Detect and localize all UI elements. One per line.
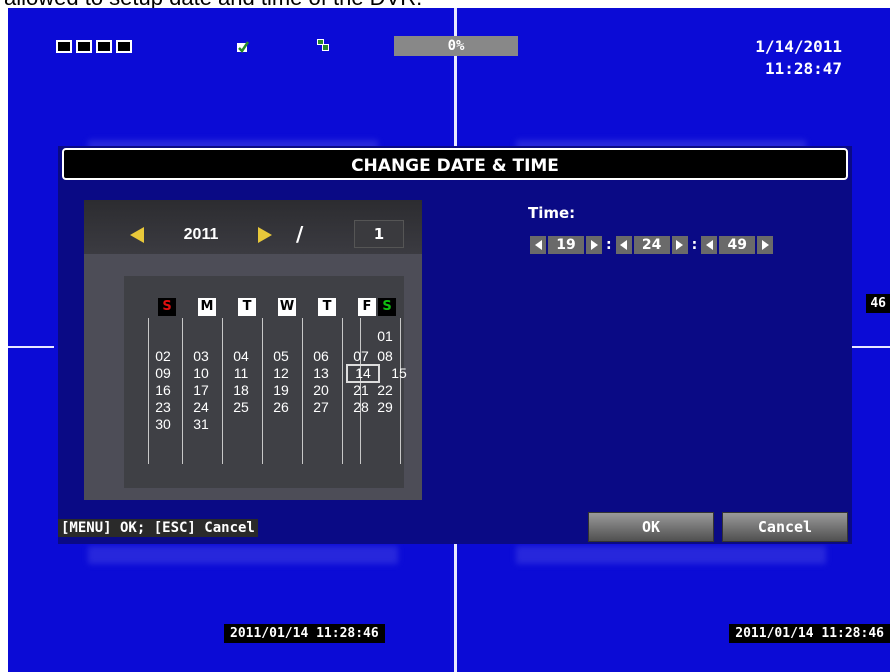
- left-arrow-icon: [534, 240, 542, 250]
- channel-timestamp-left: 2011/01/14 11:28:46: [224, 624, 385, 643]
- column-line: [182, 318, 183, 464]
- minute-decrement-button[interactable]: [615, 236, 632, 254]
- clock-time: 11:28:47: [764, 59, 842, 78]
- calendar-day[interactable]: 23: [150, 399, 176, 416]
- record-icon: [237, 41, 250, 53]
- dvr-display: 0% 1/14/2011 11:28:47 46 2011/01/14 11:2…: [8, 6, 890, 672]
- calendar-day[interactable]: 02: [150, 348, 176, 365]
- calendar-day[interactable]: 31: [188, 416, 214, 433]
- calendar-day[interactable]: 07: [348, 348, 374, 365]
- hour-increment-button[interactable]: [586, 236, 602, 254]
- column-line: [148, 318, 149, 464]
- year-next-arrow-icon[interactable]: [258, 227, 272, 243]
- calendar-day[interactable]: 21: [348, 382, 374, 399]
- right-arrow-icon: [761, 240, 769, 250]
- hour-decrement-button[interactable]: [530, 236, 546, 254]
- calendar-day[interactable]: 10: [188, 365, 214, 382]
- calendar-grid: S M T W T F S 01 02 03 04 05 06 07 08 09…: [124, 276, 407, 488]
- minute-field[interactable]: 24: [633, 236, 670, 254]
- calendar-day[interactable]: 15: [386, 365, 412, 382]
- year-value[interactable]: 2011: [184, 226, 219, 244]
- calendar-day[interactable]: 12: [268, 365, 294, 382]
- calendar-day[interactable]: 01: [372, 328, 398, 345]
- change-date-time-dialog: CHANGE DATE & TIME 2011 / 1 S M T W T F …: [58, 146, 852, 544]
- calendar-day-selected[interactable]: 14: [346, 364, 380, 383]
- dialog-title: CHANGE DATE & TIME: [62, 148, 848, 180]
- disk-usage-progress: 0%: [394, 36, 518, 56]
- calendar-panel: 2011 / 1 S M T W T F S 01 02 03 04 05 06…: [84, 200, 422, 500]
- column-line: [222, 318, 223, 464]
- calendar-day[interactable]: 28: [348, 399, 374, 416]
- weekday-header: W: [278, 298, 296, 316]
- calendar-day[interactable]: 26: [268, 399, 294, 416]
- second-increment-button[interactable]: [757, 236, 774, 254]
- side-timestamp: 46: [866, 294, 890, 313]
- month-field[interactable]: 1: [354, 220, 404, 248]
- calendar-day[interactable]: 18: [228, 382, 254, 399]
- network-icon: [317, 39, 329, 51]
- left-arrow-icon: [705, 240, 713, 250]
- calendar-day[interactable]: 30: [150, 416, 176, 433]
- year-prev-arrow-icon[interactable]: [130, 227, 144, 243]
- channel-4-icon: [116, 40, 132, 53]
- second-decrement-button[interactable]: [701, 236, 718, 254]
- date-separator: /: [296, 222, 304, 246]
- clock-date: 1/14/2011: [755, 37, 842, 56]
- calendar-day[interactable]: 17: [188, 382, 214, 399]
- calendar-day[interactable]: 11: [228, 365, 254, 382]
- column-line: [262, 318, 263, 464]
- weekday-header: M: [198, 298, 216, 316]
- calendar-header: 2011 / 1: [84, 200, 422, 254]
- keyboard-hint: [MENU] OK; [ESC] Cancel: [58, 519, 258, 537]
- calendar-day[interactable]: 20: [308, 382, 334, 399]
- calendar-day[interactable]: 22: [372, 382, 398, 399]
- calendar-day[interactable]: 25: [228, 399, 254, 416]
- calendar-day[interactable]: 29: [372, 399, 398, 416]
- calendar-day[interactable]: 08: [372, 348, 398, 365]
- weekday-header: F: [358, 298, 376, 316]
- ghost-overlay: [88, 546, 398, 564]
- calendar-day[interactable]: 05: [268, 348, 294, 365]
- hour-field[interactable]: 19: [548, 236, 584, 254]
- weekday-header: S: [378, 298, 396, 316]
- left-arrow-icon: [620, 240, 628, 250]
- column-line: [400, 318, 401, 464]
- year-selector: 2011: [130, 224, 272, 246]
- channel-1-icon: [56, 40, 72, 53]
- channel-2-icon: [76, 40, 92, 53]
- time-colon: :: [606, 237, 612, 253]
- cancel-button[interactable]: Cancel: [722, 512, 848, 542]
- calendar-day[interactable]: 24: [188, 399, 214, 416]
- channel-layout-icons: [56, 40, 132, 53]
- weekday-header: S: [158, 298, 176, 316]
- calendar-day[interactable]: 19: [268, 382, 294, 399]
- time-editor: 19 : 24 : 49: [530, 236, 774, 254]
- second-field[interactable]: 49: [719, 236, 756, 254]
- weekday-header: T: [318, 298, 336, 316]
- right-arrow-icon: [676, 240, 684, 250]
- calendar-day[interactable]: 13: [308, 365, 334, 382]
- calendar-day[interactable]: 04: [228, 348, 254, 365]
- caption-text: allowed to setup date and time of the DV…: [0, 0, 890, 8]
- channel-3-icon: [96, 40, 112, 53]
- calendar-day[interactable]: 27: [308, 399, 334, 416]
- horizontal-divider-left: [8, 346, 54, 348]
- calendar-day[interactable]: 09: [150, 365, 176, 382]
- calendar-day[interactable]: 06: [308, 348, 334, 365]
- column-line: [302, 318, 303, 464]
- clock: 1/14/2011 11:28:47: [755, 36, 842, 80]
- calendar-day[interactable]: 03: [188, 348, 214, 365]
- ghost-overlay: [516, 546, 826, 564]
- channel-timestamp-right: 2011/01/14 11:28:46: [729, 624, 890, 643]
- screen: allowed to setup date and time of the DV…: [0, 0, 890, 672]
- ok-button[interactable]: OK: [588, 512, 714, 542]
- right-arrow-icon: [590, 240, 598, 250]
- minute-increment-button[interactable]: [671, 236, 688, 254]
- column-line: [342, 318, 343, 464]
- calendar-day[interactable]: 16: [150, 382, 176, 399]
- time-label: Time:: [528, 204, 576, 222]
- weekday-header: T: [238, 298, 256, 316]
- time-colon: :: [691, 237, 698, 253]
